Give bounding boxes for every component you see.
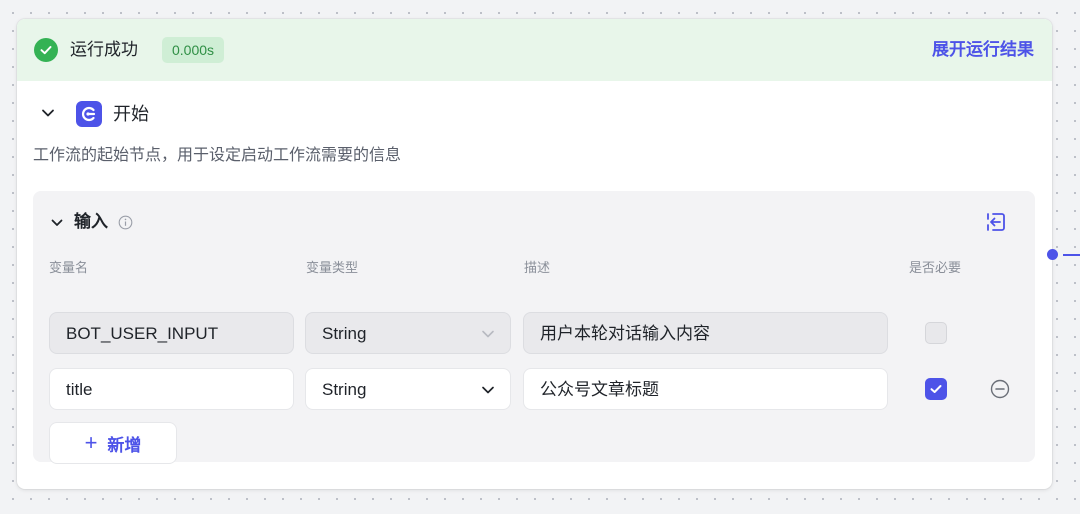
node-description: 工作流的起始节点，用于设定启动工作流需要的信息 (33, 147, 402, 164)
chevron-down-icon (482, 386, 494, 394)
inputs-collapse-chevron-icon[interactable] (50, 216, 64, 230)
add-variable-button[interactable]: + 新增 (49, 422, 177, 464)
variable-name-value: title (66, 380, 93, 399)
add-variable-label: 新增 (107, 435, 142, 455)
output-port-handle[interactable] (1047, 249, 1058, 260)
remove-variable-icon[interactable] (990, 379, 1010, 399)
connector-line (1063, 254, 1080, 256)
input-params-panel: 输入 变量名 变量类型 描述 是否必要 BOT_USER_INPUT Strin… (33, 191, 1035, 464)
import-variables-icon[interactable] (985, 211, 1007, 233)
inputs-title: 输入 (74, 212, 108, 231)
variable-type-select: String (305, 312, 511, 354)
required-checkbox[interactable] (925, 378, 947, 400)
run-status-text: 运行成功 (70, 40, 138, 59)
start-node-card: 运行成功 0.000s 展开运行结果 开始 工作流的起始节点，用于设定启动工作流… (17, 19, 1052, 489)
required-checkbox (925, 322, 947, 344)
column-header-name: 变量名 (49, 260, 89, 275)
run-time-badge: 0.000s (162, 37, 225, 63)
run-status-bar: 运行成功 0.000s 展开运行结果 (17, 19, 1052, 81)
plus-icon: + (84, 430, 98, 455)
column-header-required: 是否必要 (909, 260, 962, 275)
success-check-icon (34, 38, 58, 62)
variable-description-field: 用户本轮对话输入内容 (523, 312, 888, 354)
start-node-icon (76, 101, 102, 127)
checkmark-icon (930, 385, 942, 393)
variable-description-value: 用户本轮对话输入内容 (540, 324, 710, 343)
variable-type-select[interactable]: String (305, 368, 511, 410)
variable-name-field: BOT_USER_INPUT (49, 312, 294, 354)
chevron-down-icon (482, 330, 494, 338)
variable-name-input[interactable]: title (49, 368, 294, 410)
variable-description-value: 公众号文章标题 (540, 380, 659, 399)
variable-type-value: String (322, 324, 367, 343)
expand-run-result-link[interactable]: 展开运行结果 (932, 39, 1034, 61)
column-header-description: 描述 (524, 260, 551, 275)
node-title: 开始 (113, 104, 149, 124)
column-header-type: 变量类型 (306, 260, 359, 275)
info-icon[interactable] (118, 215, 133, 230)
variable-name-value: BOT_USER_INPUT (66, 324, 219, 343)
node-collapse-chevron-icon[interactable] (40, 105, 56, 121)
variable-type-value: String (322, 380, 367, 399)
variable-description-input[interactable]: 公众号文章标题 (523, 368, 888, 410)
